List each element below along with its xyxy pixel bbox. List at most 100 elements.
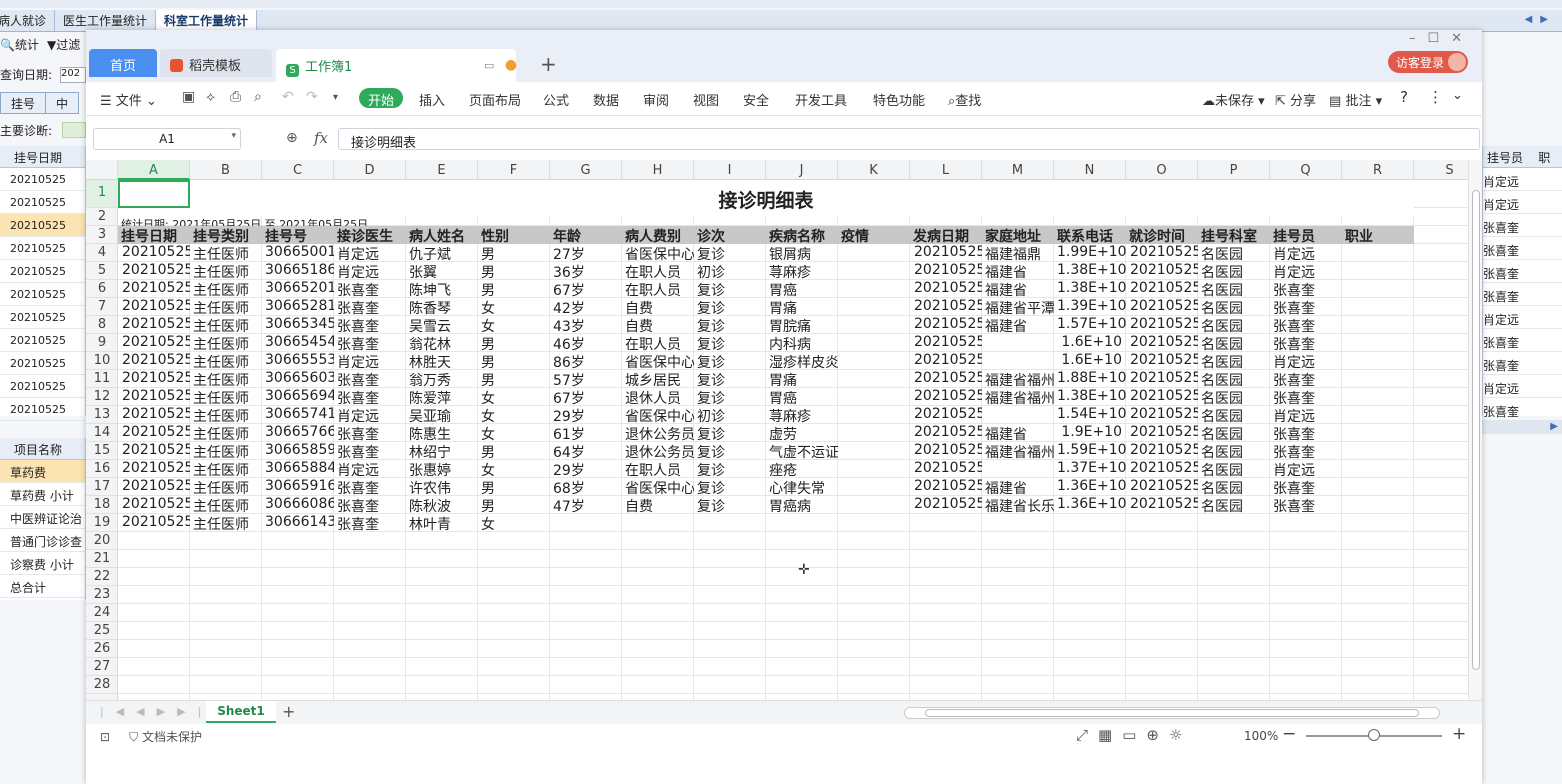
column-header[interactable]: Q — [1270, 160, 1342, 180]
table-cell[interactable]: 吴雪云 — [406, 316, 478, 334]
table-cell[interactable]: 30665859 — [262, 442, 334, 460]
table-cell[interactable]: 湿疹样皮炎 — [766, 352, 838, 370]
scroll-thumb[interactable] — [1472, 190, 1480, 670]
row-header[interactable]: 13 — [86, 406, 118, 424]
help-icon[interactable]: ? — [1400, 88, 1408, 106]
table-cell[interactable]: 20210525 — [118, 496, 190, 514]
table-cell[interactable]: 男 — [478, 262, 550, 280]
table-cell[interactable]: 30665201 — [262, 280, 334, 298]
column-header[interactable]: F — [478, 160, 550, 180]
table-cell[interactable]: 女 — [478, 460, 550, 478]
table-cell[interactable]: 张喜奎 — [1270, 442, 1342, 460]
table-cell[interactable]: 在职人员 — [622, 262, 694, 280]
row-header[interactable]: 1 — [86, 180, 118, 208]
spreadsheet-grid[interactable]: ABCDEFGHIJKLMNOPQRS 1 2 3 4 5 6 7 8 9 10 11 12 13 14 1… — [86, 160, 1482, 700]
monitor-icon[interactable]: ▭ — [484, 59, 494, 72]
column-title[interactable]: 疫情 — [838, 226, 910, 244]
table-cell[interactable]: 主任医师 — [190, 460, 262, 478]
table-cell[interactable]: 肖定远 — [334, 244, 406, 262]
table-cell[interactable]: 女 — [478, 388, 550, 406]
table-cell[interactable]: 陈惠生 — [406, 424, 478, 442]
table-row[interactable]: 20210525 — [0, 214, 85, 237]
table-cell[interactable]: 福建省 — [982, 478, 1054, 496]
table-cell[interactable]: 肖定远 — [334, 352, 406, 370]
table-cell[interactable]: 男 — [478, 352, 550, 370]
column-header[interactable]: E — [406, 160, 478, 180]
table-cell[interactable]: 复诊 — [694, 370, 766, 388]
table-cell[interactable]: 20210525 — [1126, 406, 1198, 424]
page-break-icon[interactable]: ▭ — [1122, 726, 1146, 744]
row-header[interactable]: 4 — [86, 244, 118, 262]
table-cell[interactable]: 46岁 — [550, 334, 622, 352]
table-cell[interactable]: 20210525 — [1126, 244, 1198, 262]
table-cell[interactable]: 1.39E+10 — [1054, 298, 1126, 316]
table-cell[interactable]: 张喜奎 — [334, 388, 406, 406]
table-cell[interactable]: 20210525 — [910, 496, 982, 514]
column-header[interactable]: I — [694, 160, 766, 180]
table-cell[interactable]: 主任医师 — [190, 370, 262, 388]
more-icon[interactable]: ⋮ — [1428, 88, 1443, 106]
format-painter-icon[interactable]: ⟡ — [206, 89, 215, 105]
ribbon-tab-formula[interactable]: 公式 — [543, 90, 569, 109]
table-cell[interactable]: 主任医师 — [190, 514, 262, 532]
sheet-tab-sheet1[interactable]: Sheet1 — [206, 701, 276, 723]
table-cell[interactable]: 名医园 — [1198, 334, 1270, 352]
list-item[interactable]: 草药费 小计 — [0, 483, 85, 506]
table-cell[interactable]: 胃脘痛 — [766, 316, 838, 334]
table-cell[interactable]: 许农伟 — [406, 478, 478, 496]
table-cell[interactable]: 42岁 — [550, 298, 622, 316]
table-cell[interactable]: 30665884 — [262, 460, 334, 478]
table-cell[interactable]: 荨麻疹 — [766, 406, 838, 424]
table-cell[interactable]: 退休公务员 — [622, 442, 694, 460]
table-cell[interactable]: 胃癌病 — [766, 496, 838, 514]
close-icon[interactable]: ✕ — [1451, 31, 1474, 46]
column-header[interactable]: L — [910, 160, 982, 180]
table-cell[interactable]: 主任医师 — [190, 496, 262, 514]
table-cell[interactable]: 自费 — [622, 496, 694, 514]
column-header[interactable]: C — [262, 160, 334, 180]
table-cell[interactable]: 1.36E+10 — [1054, 478, 1126, 496]
table-cell[interactable]: 20210525 — [118, 370, 190, 388]
table-cell[interactable]: 福建福鼎 — [982, 244, 1054, 262]
zoom-level[interactable]: 100% — [1244, 729, 1278, 743]
row-header[interactable]: 7 — [86, 298, 118, 316]
table-cell[interactable]: 名医园 — [1198, 406, 1270, 424]
table-cell[interactable]: 福建省 — [982, 424, 1054, 442]
table-cell[interactable]: 男 — [478, 370, 550, 388]
table-cell[interactable]: 张喜奎 — [334, 496, 406, 514]
table-cell[interactable]: 20210525 — [910, 370, 982, 388]
table-cell[interactable]: 主任医师 — [190, 388, 262, 406]
table-cell[interactable]: 20210525 — [910, 262, 982, 280]
table-cell[interactable]: 自费 — [622, 298, 694, 316]
row-header[interactable]: 17 — [86, 478, 118, 496]
row-header[interactable]: 16 — [86, 460, 118, 478]
table-cell[interactable]: 复诊 — [694, 460, 766, 478]
column-title[interactable]: 挂号类别 — [190, 226, 262, 244]
table-cell[interactable]: 翁花林 — [406, 334, 478, 352]
print-preview-icon[interactable]: ⌕ — [254, 89, 262, 105]
table-cell[interactable]: 陈爱萍 — [406, 388, 478, 406]
table-cell[interactable]: 30665603 — [262, 370, 334, 388]
list-item[interactable]: 诊察费 小计 — [0, 552, 85, 575]
table-cell[interactable]: 省医保中心 — [622, 352, 694, 370]
zoom-out-button[interactable]: − — [1282, 724, 1296, 744]
table-cell[interactable]: 20210525 — [118, 316, 190, 334]
column-title[interactable]: 疾病名称 — [766, 226, 838, 244]
table-cell[interactable]: 1.9E+10 — [1054, 424, 1126, 442]
table-cell[interactable]: 张喜奎 — [334, 424, 406, 442]
column-title[interactable]: 职业 — [1342, 226, 1414, 244]
table-cell[interactable]: 张喜奎 — [1270, 388, 1342, 406]
new-tab-button[interactable]: + — [540, 52, 557, 76]
table-row[interactable]: 20210525 — [0, 352, 85, 375]
table-cell[interactable]: 30665741 — [262, 406, 334, 424]
undo-icon[interactable]: ↶ — [282, 89, 294, 105]
table-cell[interactable]: 在职人员 — [622, 280, 694, 298]
table-cell[interactable]: 林叶青 — [406, 514, 478, 532]
list-item[interactable]: 草药费 — [0, 460, 85, 483]
table-cell[interactable]: 20210525 — [910, 460, 982, 478]
table-row[interactable]: 肖定远 — [1483, 168, 1562, 191]
table-cell[interactable]: 20210525 — [1126, 262, 1198, 280]
ribbon-search[interactable]: ⌕查找 — [948, 90, 981, 109]
table-cell[interactable]: 30666143 — [262, 514, 334, 532]
zoom-in-button[interactable]: + — [1452, 724, 1466, 744]
